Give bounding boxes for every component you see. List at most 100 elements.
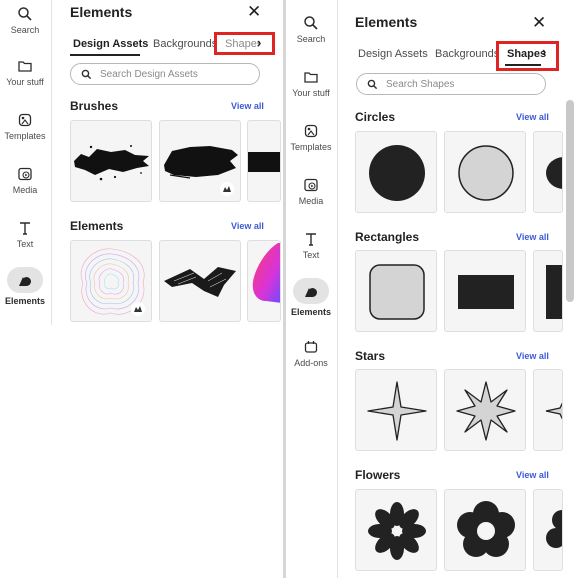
- circle-tile-2[interactable]: [444, 131, 526, 213]
- rectangle-tile-2[interactable]: [444, 250, 526, 332]
- rail-left-your-stuff[interactable]: Your stuff: [0, 58, 50, 87]
- left-section-brushes-title: Brushes: [70, 99, 119, 113]
- rail-right-elements[interactable]: Elements: [286, 278, 336, 317]
- rail-right-media[interactable]: Media: [286, 177, 336, 206]
- right-close-icon[interactable]: ✕: [532, 14, 546, 31]
- left-rail-divider: [51, 0, 52, 325]
- star-tile-2[interactable]: [444, 369, 526, 451]
- left-brushes-view-all-link[interactable]: View all: [231, 101, 264, 111]
- left-panel-title: Elements: [70, 4, 133, 20]
- add-ons-icon: [304, 341, 318, 353]
- elements-icon: [19, 277, 31, 286]
- tall-rectangle-shape: [546, 265, 562, 319]
- rail-left-text[interactable]: Text: [0, 220, 50, 249]
- star-tile-3[interactable]: [533, 369, 563, 451]
- elements-icon: [305, 288, 317, 297]
- rail-label: Media: [298, 196, 324, 206]
- right-panel-scrollbar[interactable]: [566, 100, 574, 302]
- brush-tile-3[interactable]: [247, 120, 281, 202]
- partial-star-shape: [545, 402, 562, 420]
- rail-right-search[interactable]: Search: [286, 15, 336, 44]
- rail-label: Elements: [290, 307, 332, 317]
- element-tile-2[interactable]: [159, 240, 241, 322]
- rectangle-tile-3[interactable]: [533, 250, 563, 332]
- rail-label: Elements: [4, 296, 46, 306]
- right-rail-divider: [337, 0, 338, 578]
- rail-right-add-ons[interactable]: Add-ons: [286, 339, 336, 368]
- flower-tile-3[interactable]: [533, 489, 563, 571]
- left-tab-underline: [70, 54, 140, 56]
- rectangles-view-all-link[interactable]: View all: [516, 232, 549, 242]
- search-icon: [367, 79, 378, 89]
- right-tab-design-assets[interactable]: Design Assets: [358, 48, 428, 60]
- brush-tile-1[interactable]: [70, 120, 152, 202]
- circles-view-all-link[interactable]: View all: [516, 112, 549, 122]
- left-highlight-box: [214, 32, 275, 55]
- rail-right-your-stuff[interactable]: Your stuff: [286, 69, 336, 98]
- rail-right-text[interactable]: Text: [286, 231, 336, 260]
- flower-tile-1[interactable]: [355, 489, 437, 571]
- circle-tile-3[interactable]: [533, 131, 563, 213]
- templates-icon: [304, 124, 318, 138]
- right-tab-backgrounds[interactable]: Backgrounds: [435, 48, 499, 60]
- flower-tile-2[interactable]: [444, 489, 526, 571]
- rail-right-templates[interactable]: Templates: [286, 123, 336, 152]
- element-tile-1[interactable]: [70, 240, 152, 322]
- right-panel-title: Elements: [355, 14, 418, 30]
- premium-badge-icon: [131, 302, 145, 316]
- element-tile-3[interactable]: [247, 240, 281, 322]
- rail-left-media[interactable]: Media: [0, 166, 50, 195]
- left-tab-backgrounds[interactable]: Backgrounds: [153, 38, 217, 50]
- outlined-circle-shape: [458, 145, 514, 201]
- search-icon: [81, 69, 92, 79]
- left-search-input[interactable]: Search Design Assets: [70, 63, 260, 85]
- templates-icon: [18, 113, 32, 127]
- eight-point-star-shape: [456, 381, 516, 441]
- rail-label: Templates: [4, 131, 46, 141]
- section-flowers-title: Flowers: [355, 468, 401, 482]
- search-placeholder: Search Design Assets: [100, 68, 198, 80]
- media-icon: [18, 167, 32, 181]
- search-icon: [18, 7, 32, 21]
- eight-petal-flower-shape: [368, 502, 426, 560]
- gradient-blob-image: [252, 243, 280, 303]
- rectangle-shape: [458, 275, 514, 309]
- rail-label: Search: [296, 34, 326, 44]
- left-tab-design-assets[interactable]: Design Assets: [73, 38, 148, 50]
- rail-label: Search: [10, 25, 40, 35]
- left-elements-view-all-link[interactable]: View all: [231, 221, 264, 231]
- brush-tile-2[interactable]: [159, 120, 241, 202]
- elements-pill: [293, 278, 329, 304]
- section-stars-title: Stars: [355, 349, 386, 363]
- rail-label: Your stuff: [6, 77, 44, 87]
- rail-left-search[interactable]: Search: [0, 6, 50, 35]
- stars-view-all-link[interactable]: View all: [516, 351, 549, 361]
- media-icon: [304, 178, 318, 192]
- rail-left-elements[interactable]: Elements: [0, 267, 50, 306]
- premium-badge-icon: [220, 182, 234, 196]
- text-icon: [20, 222, 30, 235]
- rail-label: Add-ons: [294, 358, 328, 368]
- flowers-view-all-link[interactable]: View all: [516, 470, 549, 480]
- rectangle-tile-1[interactable]: [355, 250, 437, 332]
- right-search-input[interactable]: Search Shapes: [356, 73, 546, 95]
- search-icon: [304, 16, 318, 30]
- folder-icon: [18, 61, 32, 72]
- rounded-square-shape: [369, 264, 425, 320]
- search-placeholder: Search Shapes: [386, 78, 455, 90]
- rail-left-templates[interactable]: Templates: [0, 112, 50, 141]
- rail-label: Media: [12, 185, 38, 195]
- rail-label: Templates: [290, 142, 332, 152]
- circle-tile-1[interactable]: [355, 131, 437, 213]
- left-section-elements-title: Elements: [70, 219, 124, 233]
- abstract-ribbon-image: [164, 267, 236, 297]
- rail-label: Your stuff: [292, 88, 330, 98]
- ellipse-shape: [546, 157, 562, 189]
- right-highlight-box: [496, 41, 559, 71]
- brush-stroke-image: [248, 152, 280, 172]
- rail-label: Text: [16, 239, 34, 249]
- star-tile-1[interactable]: [355, 369, 437, 451]
- left-close-icon[interactable]: ✕: [247, 3, 261, 20]
- folder-icon: [304, 72, 318, 83]
- section-rectangles-title: Rectangles: [355, 230, 420, 244]
